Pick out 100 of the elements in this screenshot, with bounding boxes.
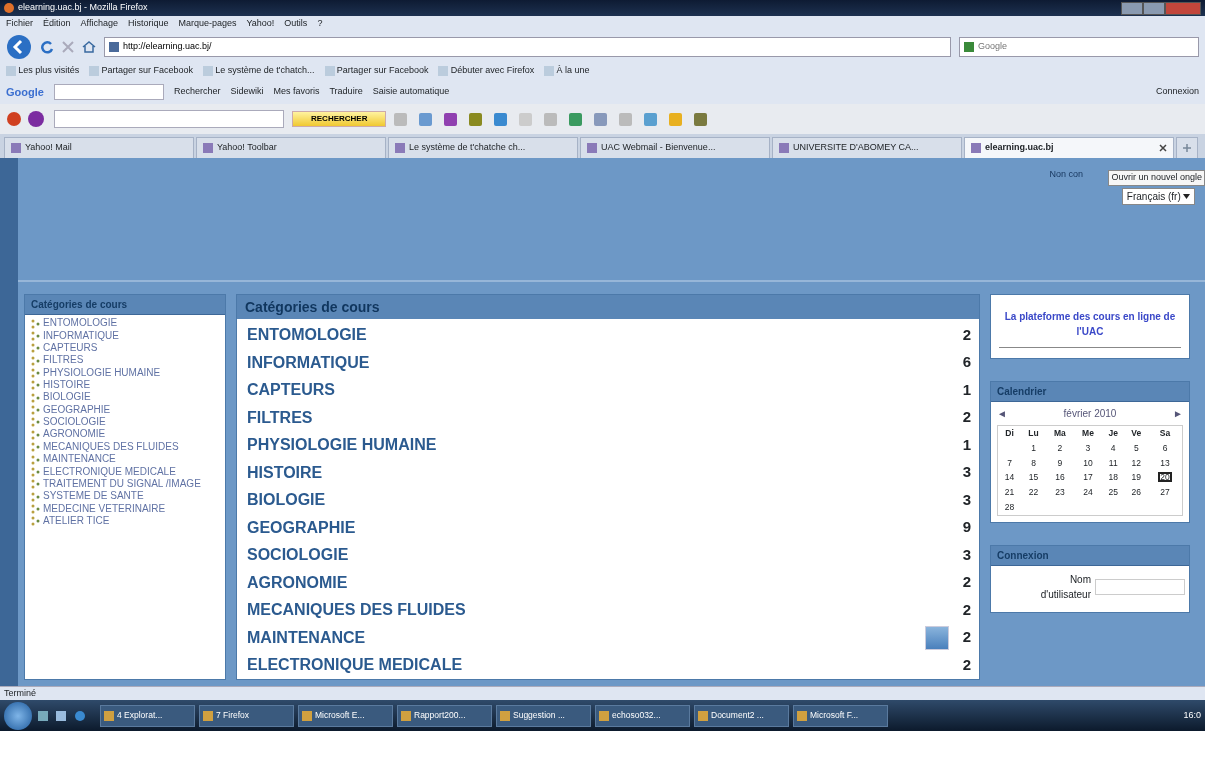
search-button[interactable]: RECHERCHER [292, 111, 387, 127]
category-link[interactable]: TRAITEMENT DU SIGNAL /IMAGE [43, 477, 201, 490]
calendar-day[interactable]: 19 [1131, 472, 1141, 483]
category-link[interactable]: INFORMATIQUE [247, 350, 370, 375]
calendar-day[interactable]: 16 [1055, 472, 1065, 483]
bookmark[interactable]: Partager sur Facebook [89, 64, 194, 78]
category-link[interactable]: FILTRES [247, 405, 313, 430]
toolbar-button[interactable]: Sidewiki [230, 85, 264, 99]
category-link[interactable]: SOCIOLOGIE [43, 416, 106, 428]
browser-tab[interactable]: Yahoo! Mail [4, 137, 194, 158]
calendar-day[interactable]: 12 [1131, 457, 1141, 468]
calendar-day[interactable]: 26 [1131, 487, 1141, 497]
calendar-day[interactable]: 21 [1004, 487, 1015, 497]
calendar-day[interactable]: 14 [1004, 472, 1015, 483]
category-link[interactable]: AGRONOMIE [43, 428, 106, 440]
category-link[interactable]: ATELIER TICE [43, 515, 110, 527]
calendar-day[interactable]: 2 [1057, 442, 1063, 453]
taskbar-button[interactable]: Document2 ... [694, 704, 789, 727]
minimize-button[interactable] [1121, 1, 1143, 15]
category-link[interactable]: MAINTENANCE [43, 453, 116, 465]
category-link[interactable]: MEDECINE VETERINAIRE [43, 502, 166, 514]
calendar-day[interactable]: 17 [1083, 472, 1093, 483]
taskbar-button[interactable]: Microsoft E... [298, 704, 393, 727]
taskbar-button[interactable]: echoso032... [595, 704, 690, 727]
category-link[interactable]: AGRONOMIE [247, 570, 348, 595]
yahoo-search-field[interactable] [54, 110, 284, 128]
category-link[interactable]: ENTOMOLOGIE [43, 317, 118, 329]
toolbar-button[interactable]: Traduire [329, 85, 363, 99]
calendar-day[interactable]: 1 [1031, 442, 1036, 453]
menu-item[interactable]: Yahoo! [246, 17, 275, 31]
calendar-day[interactable]: 10 [1083, 457, 1093, 468]
toolbar-search-field[interactable] [53, 84, 164, 100]
taskbar-button[interactable]: Suggestion ... [496, 704, 591, 727]
calendar-day[interactable]: 7 [1007, 457, 1012, 468]
category-link[interactable]: INFORMATIQUE [43, 329, 119, 341]
menu-item[interactable]: Édition [43, 17, 71, 31]
next-month-button[interactable]: ► [1173, 406, 1183, 421]
address-bar[interactable]: http://elearning.uac.bj/ [104, 37, 951, 57]
bookmark[interactable]: Le système de t'chatch... [203, 64, 315, 78]
calendar-day[interactable]: 25 [1108, 487, 1118, 497]
calendar-day[interactable]: 22 [1028, 487, 1039, 497]
maximize-button[interactable] [1143, 1, 1165, 15]
toolbar-button[interactable]: Saisie automatique [372, 85, 450, 99]
calendar-day[interactable]: 13 [1160, 457, 1170, 468]
category-link[interactable]: MECANIQUES DES FLUIDES [43, 440, 179, 453]
menu-item[interactable]: Affichage [80, 17, 118, 31]
category-link[interactable]: ELECTRONIQUE MEDICALE [247, 653, 463, 677]
address-field[interactable]: http://elearning.uac.bj/ [123, 40, 946, 54]
category-link[interactable]: GEOGRAPHIE [247, 515, 356, 540]
new-tab-button[interactable] [1176, 137, 1198, 158]
calendar-day[interactable]: 23 [1055, 487, 1065, 497]
category-link[interactable]: MAINTENANCE [247, 625, 366, 650]
taskbar-button[interactable]: Microsoft F... [793, 704, 888, 727]
calendar-day[interactable]: 9 [1057, 457, 1063, 468]
language-select[interactable]: Français (fr) [1121, 187, 1195, 205]
category-link[interactable]: FILTRES [43, 354, 84, 366]
calendar-day[interactable]: 20 [1158, 472, 1172, 483]
previous-month-button[interactable]: ◄ [997, 406, 1007, 421]
bookmark[interactable]: Les plus visités [6, 64, 80, 78]
calendar-day[interactable]: 28 [1004, 501, 1015, 512]
start-button[interactable] [4, 701, 32, 730]
menu-item[interactable]: Fichier [6, 17, 33, 31]
bookmark[interactable]: À la une [544, 64, 590, 78]
calendar-day[interactable]: 24 [1083, 487, 1093, 497]
category-link[interactable]: BIOLOGIE [43, 391, 91, 403]
category-link[interactable]: CAPTEURS [247, 378, 335, 402]
calendar-day[interactable]: 4 [1110, 442, 1116, 453]
category-link[interactable]: CAPTEURS [43, 341, 98, 354]
menu-item[interactable]: Historique [127, 17, 169, 31]
browser-tab[interactable]: Le système de t'chatche ch... [388, 137, 578, 158]
calendar-day[interactable]: 18 [1108, 472, 1118, 483]
sign-in-button[interactable]: Connexion [1155, 85, 1199, 99]
menu-item[interactable]: Outils [284, 17, 308, 31]
username-field[interactable] [1095, 578, 1185, 595]
toolbar-button[interactable]: Mes favoris [273, 85, 320, 99]
calendar-day[interactable]: 5 [1133, 442, 1139, 453]
browser-tab[interactable]: UNIVERSITE D'ABOMEY CA... [772, 137, 962, 158]
category-link[interactable]: GEOGRAPHIE [43, 403, 111, 416]
calendar-day[interactable]: 15 [1028, 472, 1039, 483]
category-link[interactable]: PHYSIOLOGIE HUMAINE [43, 366, 161, 379]
category-link[interactable]: MECANIQUES DES FLUIDES [247, 598, 466, 622]
taskbar-button[interactable]: 7 Firefox [199, 704, 294, 727]
category-link[interactable]: HISTOIRE [247, 460, 323, 485]
category-link[interactable]: SOCIOLOGIE [247, 543, 349, 567]
calendar-day[interactable]: 3 [1085, 442, 1091, 453]
search-box[interactable]: Google [959, 37, 1199, 57]
calendar-day[interactable]: 6 [1162, 442, 1168, 453]
browser-tab[interactable]: UAC Webmail - Bienvenue... [580, 137, 770, 158]
close-button[interactable] [1165, 1, 1201, 15]
category-link[interactable]: PHYSIOLOGIE HUMAINE [247, 433, 437, 457]
bookmark[interactable]: Débuter avec Firefox [438, 64, 535, 78]
calendar-day[interactable]: 27 [1160, 487, 1170, 497]
category-link[interactable]: ENTOMOLOGIE [247, 323, 367, 347]
category-link[interactable]: BIOLOGIE [247, 488, 326, 512]
toolbar-button[interactable]: Rechercher [173, 85, 221, 99]
category-link[interactable]: SYSTEME DE SANTE [43, 490, 144, 502]
reload-icon[interactable] [40, 40, 54, 54]
taskbar-button[interactable]: 4 Explorat... [100, 704, 195, 727]
calendar-day[interactable]: 8 [1031, 457, 1036, 468]
search-field[interactable]: Google [978, 40, 1194, 54]
